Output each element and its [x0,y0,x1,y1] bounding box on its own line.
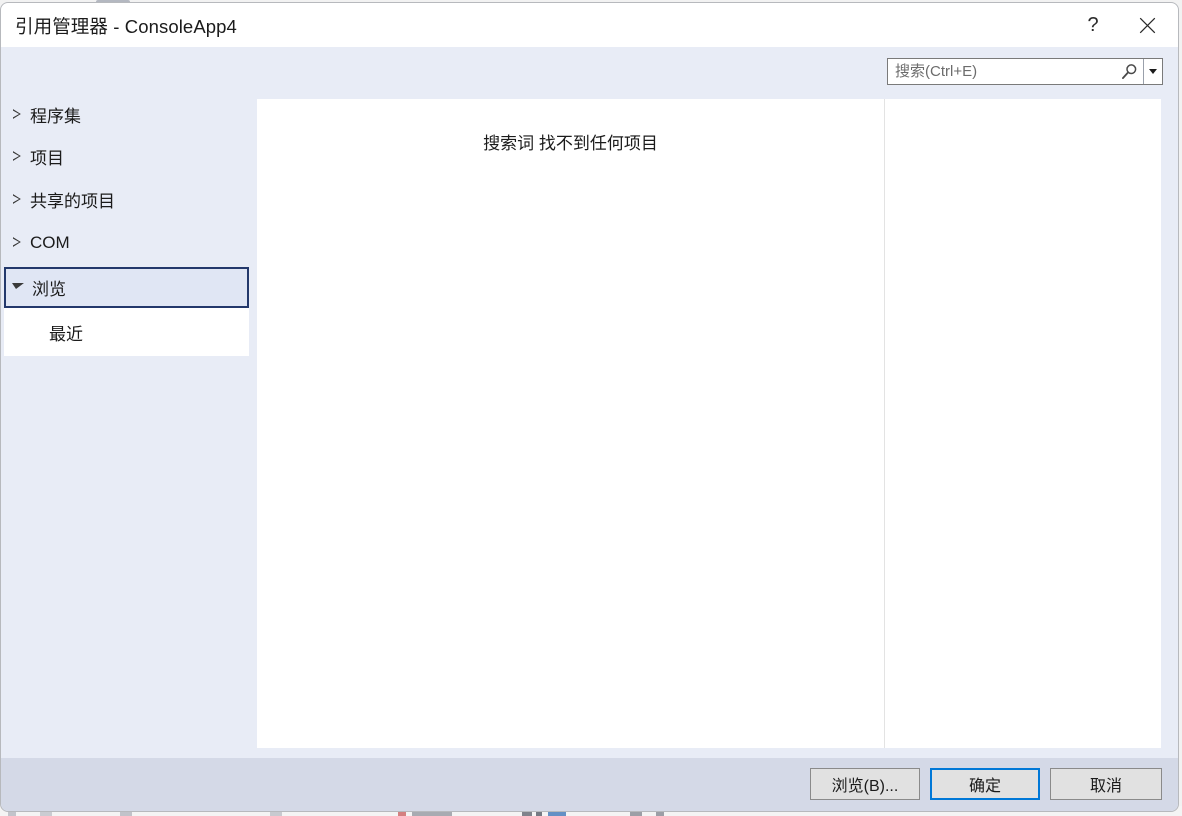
chevron-right-icon[interactable] [4,110,30,120]
tree-item-assemblies[interactable]: 程序集 [4,96,249,133]
cancel-button[interactable]: 取消 [1050,768,1162,800]
search-input[interactable] [888,59,1115,84]
ok-button[interactable]: 确定 [930,768,1040,800]
chevron-down-filled-icon[interactable] [6,283,32,292]
toolbar [1,47,1178,93]
search-box[interactable] [887,58,1163,85]
category-tree: 程序集 项目 共享的项目 COM 浏览 最近 [1,93,257,754]
close-icon [1139,17,1156,34]
chevron-down-icon [1149,69,1157,74]
results-panel: 搜索词 找不到任何项目 [257,99,1161,748]
tree-item-label: 项目 [30,149,64,168]
chevron-right-icon[interactable] [4,238,30,248]
title-bar: 引用管理器 - ConsoleApp4 ? [1,3,1178,47]
chevron-right-icon[interactable] [4,152,30,162]
tree-item-shared-projects[interactable]: 共享的项目 [4,181,249,218]
tree-item-label: 浏览 [32,280,66,299]
empty-state-message: 搜索词 找不到任何项目 [483,134,658,153]
chevron-right-icon[interactable] [4,195,30,205]
close-button[interactable] [1124,3,1170,47]
tree-item-label: 共享的项目 [30,192,115,211]
help-button[interactable]: ? [1070,3,1116,47]
search-icon[interactable] [1115,59,1143,84]
reference-manager-dialog: 引用管理器 - ConsoleApp4 ? 搜索(Ctrl+E) 程序集 项目 … [0,2,1179,812]
dialog-title: 引用管理器 - ConsoleApp4 [15,16,237,37]
tree-item-projects[interactable]: 项目 [4,138,249,175]
tree-item-label: 程序集 [30,107,81,126]
tree-item-label: 最近 [49,324,83,344]
tree-item-browse[interactable]: 浏览 [4,267,249,308]
question-mark-icon: ? [1087,14,1099,36]
tree-item-label: COM [30,232,70,252]
tree-item-recent[interactable]: 最近 [4,308,249,356]
tree-item-com[interactable]: COM [4,224,249,261]
panel-splitter[interactable] [884,99,885,748]
dialog-footer: 浏览(B)... 确定 取消 [1,758,1178,811]
search-dropdown-button[interactable] [1143,59,1162,84]
browse-button[interactable]: 浏览(B)... [810,768,920,800]
